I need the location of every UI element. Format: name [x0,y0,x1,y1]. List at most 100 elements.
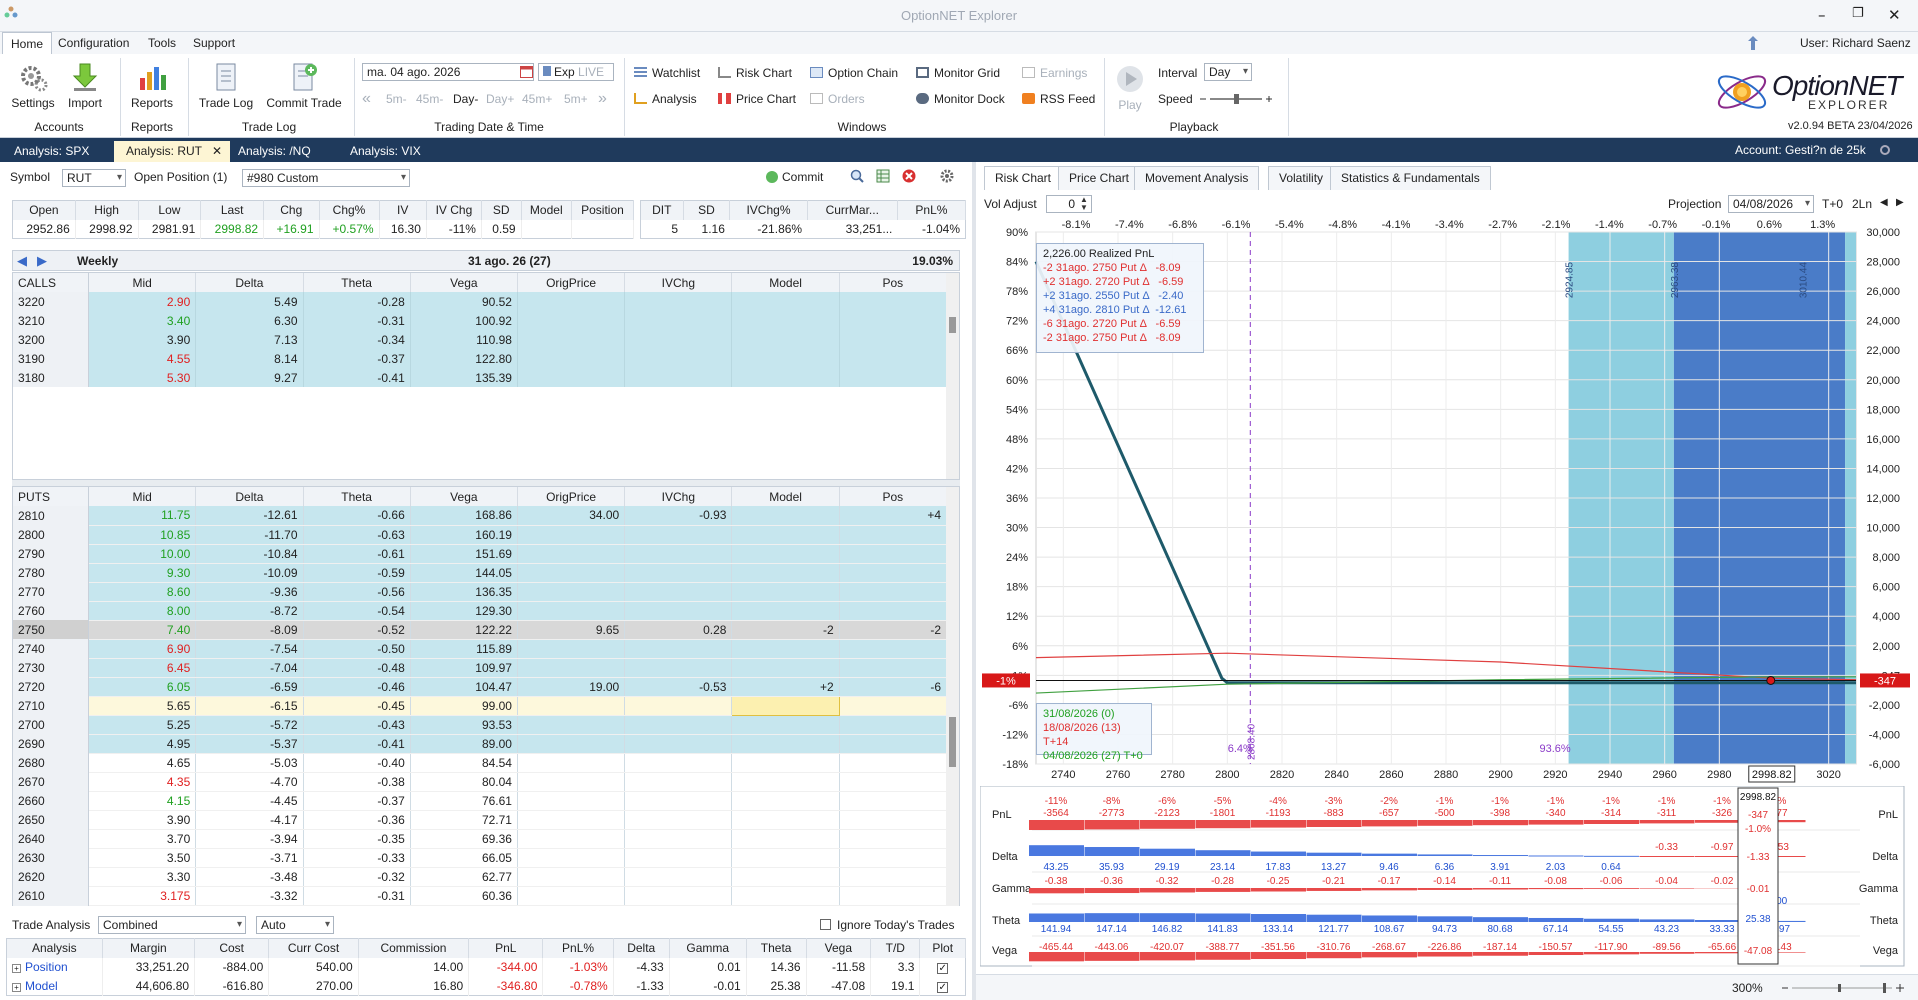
put-cell[interactable] [839,601,948,621]
put-cell[interactable] [624,639,733,659]
close-button[interactable]: ✕ [1888,6,1901,24]
call-empty-cell[interactable] [839,349,948,368]
delete-icon[interactable] [902,169,916,183]
put-row[interactable]: 2730 6.45 -7.04 -0.48 109.97 [13,658,948,678]
call-empty-cell[interactable] [624,330,733,349]
settings-gear-icon[interactable] [940,169,954,183]
put-cell[interactable] [731,506,840,526]
tab-analysis-vix[interactable]: Analysis: VIX [338,141,433,162]
calls-scrollbar[interactable] [946,273,959,479]
call-empty-cell[interactable] [517,368,626,387]
put-cell[interactable] [839,525,948,545]
put-cell[interactable] [731,601,840,621]
put-row[interactable]: 2810 11.75 -12.61 -0.66 168.86 34.00 -0.93 +4 [13,506,948,526]
put-cell[interactable]: -0.93 [624,506,733,526]
right-tab[interactable]: Statistics & Fundamentals [1330,166,1491,190]
auto-select[interactable]: Auto [256,916,334,934]
put-row[interactable]: 2800 10.85 -11.70 -0.63 160.19 [13,525,948,545]
put-cell[interactable] [731,715,840,735]
call-empty-cell[interactable] [517,330,626,349]
expand-icon[interactable]: + [12,982,21,992]
put-cell[interactable] [624,886,733,906]
put-row[interactable]: 2720 6.05 -6.59 -0.46 104.47 19.00 -0.53 +2 -6 [13,677,948,697]
put-cell[interactable] [517,563,626,583]
put-cell[interactable]: -6 [839,677,948,697]
call-empty-cell[interactable] [624,311,733,330]
speed-slider[interactable] [1198,92,1274,106]
right-tab[interactable]: Movement Analysis [1134,166,1260,190]
put-cell[interactable] [517,810,626,830]
open-position-select[interactable]: #980 Custom [242,169,410,187]
option-chain-button[interactable]: Option Chain [810,66,898,80]
import-button[interactable]: Import [62,62,108,110]
call-empty-cell[interactable] [624,349,733,368]
menu-configuration[interactable]: Configuration [50,32,137,54]
put-row[interactable]: 2610 3.175 -3.32 -0.31 60.36 [13,886,948,906]
put-cell[interactable] [624,696,733,716]
commit-button[interactable]: Commit [766,170,823,184]
put-cell[interactable] [624,848,733,868]
analysis-name-cell[interactable]: + Model [6,976,103,996]
zoom-slider[interactable] [1780,981,1906,995]
menu-tools[interactable]: Tools [140,32,184,54]
put-cell[interactable] [731,848,840,868]
call-empty-cell[interactable] [731,292,840,311]
put-cell[interactable] [624,867,733,887]
step-forward-icon[interactable]: » [598,90,607,108]
monitor-grid-button[interactable]: Monitor Grid [916,66,1000,80]
rss-feed-button[interactable]: RSS Feed [1022,92,1095,106]
step-45m-forward[interactable]: 45m+ [522,92,552,106]
help-icon[interactable] [1746,35,1760,51]
play-button[interactable]: Play [1110,64,1150,112]
zoom-icon[interactable] [850,169,864,183]
call-row[interactable]: 3220 2.90 5.49 -0.28 90.52 [13,292,948,311]
minimize-button[interactable]: – [1818,6,1826,24]
put-cell[interactable] [624,715,733,735]
put-cell[interactable] [731,525,840,545]
price-chart-button[interactable]: Price Chart [718,92,796,106]
put-cell[interactable] [517,715,626,735]
call-empty-cell[interactable] [839,292,948,311]
put-cell[interactable] [839,829,948,849]
call-empty-cell[interactable] [839,368,948,387]
put-cell[interactable] [839,696,948,716]
right-tab[interactable]: Price Chart [1058,166,1141,190]
put-cell[interactable] [731,791,840,811]
put-cell[interactable] [731,563,840,583]
account-status-icon[interactable] [1880,145,1890,155]
put-cell[interactable]: +2 [731,677,840,697]
put-cell[interactable] [839,544,948,564]
put-cell[interactable] [517,791,626,811]
put-row[interactable]: 2650 3.90 -4.17 -0.36 72.71 [13,810,948,830]
put-cell[interactable] [624,563,733,583]
put-cell[interactable] [624,544,733,564]
call-empty-cell[interactable] [517,311,626,330]
put-cell[interactable] [731,810,840,830]
put-cell[interactable] [731,639,840,659]
prev-expiry-icon[interactable]: ◀ [17,253,27,269]
monitor-dock-button[interactable]: Monitor Dock [916,92,1005,106]
tab-analysis-rut[interactable]: Analysis: RUT ✕ [114,141,231,162]
commit-trade-button[interactable]: Commit Trade [262,62,346,110]
put-cell[interactable] [839,563,948,583]
restore-button[interactable]: ❐ [1852,6,1864,21]
put-cell[interactable] [839,791,948,811]
put-cell[interactable] [839,867,948,887]
reports-button[interactable]: Reports [124,62,180,110]
step-5m-forward[interactable]: 5m+ [564,92,588,106]
put-cell[interactable] [731,582,840,602]
tab-analysis-spx[interactable]: Analysis: SPX [2,141,101,162]
put-cell[interactable] [839,658,948,678]
put-row[interactable]: 2710 5.65 -6.15 -0.45 99.00 [13,695,948,716]
put-cell[interactable] [839,886,948,906]
put-cell[interactable] [731,886,840,906]
interval-select[interactable]: Day [1204,63,1252,81]
put-cell[interactable] [731,772,840,792]
put-row[interactable]: 2770 8.60 -9.36 -0.56 136.35 [13,582,948,602]
put-row[interactable]: 2700 5.25 -5.72 -0.43 93.53 [13,715,948,735]
vol-adjust-spinner-icon[interactable]: ▲ ▼ [1080,196,1088,212]
put-cell[interactable] [624,829,733,849]
analysis-mode-select[interactable]: Combined [98,916,246,934]
put-row[interactable]: 2620 3.30 -3.48 -0.32 62.77 [13,867,948,887]
put-cell[interactable] [624,753,733,773]
